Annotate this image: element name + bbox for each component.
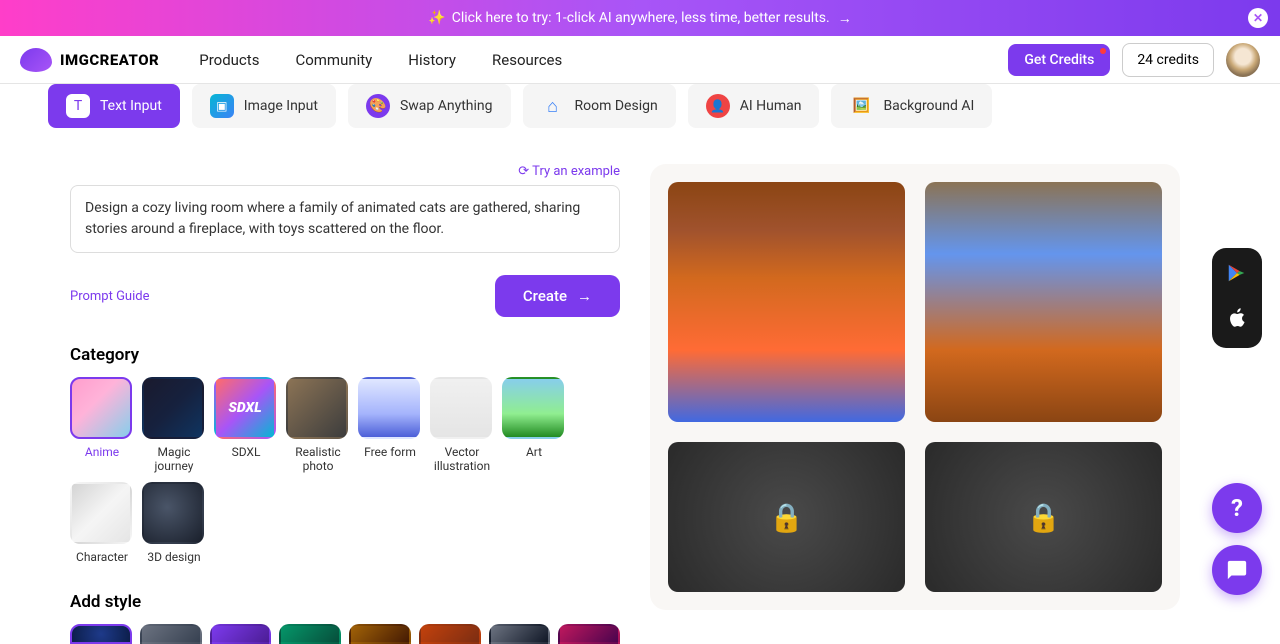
right-panel: 🔒 🔒	[640, 164, 1200, 644]
result-image-3-locked[interactable]: 🔒	[668, 442, 905, 592]
style-option-7[interactable]	[489, 624, 551, 644]
style-option-8[interactable]	[558, 624, 620, 644]
category-label: Art	[502, 445, 566, 459]
text-input-icon: T	[66, 94, 90, 118]
category-thumb: SDXL	[214, 377, 276, 439]
sparkle-icon: ✨	[428, 10, 445, 26]
credits-count-button[interactable]: 24 credits	[1122, 43, 1214, 77]
category-label: 3D design	[142, 550, 206, 564]
category-magic-journey[interactable]: Magic journey	[142, 377, 206, 474]
lock-icon: 🔒	[1026, 501, 1061, 534]
tab-label: Room Design	[575, 98, 658, 114]
avatar[interactable]	[1226, 43, 1260, 77]
style-grid	[70, 624, 620, 644]
app-store-panel	[1212, 248, 1262, 348]
logo-icon	[20, 48, 52, 72]
category-3d-design[interactable]: 3D design	[142, 482, 206, 564]
result-image-4-locked[interactable]: 🔒	[925, 442, 1162, 592]
style-option-2[interactable]	[140, 624, 202, 644]
category-thumb	[430, 377, 492, 439]
tab-label: Background AI	[883, 98, 974, 114]
category-thumb	[502, 377, 564, 439]
notification-dot-icon	[1100, 48, 1106, 54]
help-icon: ?	[1231, 494, 1243, 522]
promo-banner[interactable]: ✨ Click here to try: 1-click AI anywhere…	[0, 0, 1280, 36]
category-label: Character	[70, 550, 134, 564]
category-art[interactable]: Art	[502, 377, 566, 474]
human-icon: 👤	[706, 94, 730, 118]
nav: Products Community History Resources	[199, 51, 562, 69]
style-option-5[interactable]	[349, 624, 411, 644]
category-anime[interactable]: Anime	[70, 377, 134, 474]
category-thumb	[142, 482, 204, 544]
create-button[interactable]: Create →	[495, 275, 620, 317]
category-free-form[interactable]: Free form	[358, 377, 422, 474]
result-image-2[interactable]	[925, 182, 1162, 422]
style-option-4[interactable]	[279, 624, 341, 644]
chat-icon	[1226, 559, 1248, 581]
mode-tabs: T Text Input ▣ Image Input 🎨 Swap Anythi…	[48, 84, 1280, 128]
category-title: Category	[70, 345, 620, 365]
nav-resources[interactable]: Resources	[492, 51, 562, 69]
get-credits-label: Get Credits	[1024, 52, 1094, 68]
category-label: SDXL	[214, 445, 278, 459]
category-label: Anime	[70, 445, 134, 459]
category-label: Vector illustration	[430, 445, 494, 474]
style-option-1[interactable]	[70, 624, 132, 644]
tab-label: Text Input	[100, 98, 162, 114]
tab-background-ai[interactable]: 🖼️ Background AI	[831, 84, 992, 128]
header: IMGCREATOR Products Community History Re…	[0, 36, 1280, 84]
prompt-guide-link[interactable]: Prompt Guide	[70, 289, 149, 304]
tab-ai-human[interactable]: 👤 AI Human	[688, 84, 820, 128]
category-thumb	[70, 377, 132, 439]
style-option-3[interactable]	[210, 624, 272, 644]
category-grid: Anime Magic journey SDXL SDXL Realistic …	[70, 377, 620, 564]
chat-button[interactable]	[1212, 545, 1262, 595]
results-grid: 🔒 🔒	[650, 164, 1180, 610]
get-credits-button[interactable]: Get Credits	[1008, 44, 1110, 76]
tab-label: Swap Anything	[400, 98, 493, 114]
close-icon[interactable]: ✕	[1248, 8, 1268, 28]
arrow-right-icon: →	[838, 10, 852, 27]
logo-text: IMGCREATOR	[60, 51, 159, 69]
room-icon: ⌂	[541, 94, 565, 118]
category-label: Magic journey	[142, 445, 206, 474]
tab-text-input[interactable]: T Text Input	[48, 84, 180, 128]
lock-icon: 🔒	[769, 501, 804, 534]
category-sdxl[interactable]: SDXL SDXL	[214, 377, 278, 474]
tab-image-input[interactable]: ▣ Image Input	[192, 84, 336, 128]
nav-history[interactable]: History	[408, 51, 456, 69]
tab-room-design[interactable]: ⌂ Room Design	[523, 84, 676, 128]
create-label: Create	[523, 287, 567, 305]
category-vector-illustration[interactable]: Vector illustration	[430, 377, 494, 474]
category-character[interactable]: Character	[70, 482, 134, 564]
left-panel: Try an example Prompt Guide Create → Cat…	[0, 164, 640, 644]
category-thumb	[70, 482, 132, 544]
arrow-right-icon: →	[577, 287, 592, 305]
category-thumb	[358, 377, 420, 439]
help-button[interactable]: ?	[1212, 483, 1262, 533]
try-example-link[interactable]: Try an example	[70, 164, 620, 179]
category-thumb	[142, 377, 204, 439]
category-label: Free form	[358, 445, 422, 459]
category-label: Realistic photo	[286, 445, 350, 474]
image-input-icon: ▣	[210, 94, 234, 118]
banner-text: Click here to try: 1-click AI anywhere, …	[452, 10, 830, 26]
google-play-icon[interactable]	[1226, 262, 1248, 289]
background-icon: 🖼️	[849, 94, 873, 118]
logo[interactable]: IMGCREATOR	[20, 48, 159, 72]
swap-icon: 🎨	[366, 94, 390, 118]
prompt-input[interactable]	[70, 185, 620, 253]
result-image-1[interactable]	[668, 182, 905, 422]
tab-label: AI Human	[740, 98, 802, 114]
style-title: Add style	[70, 592, 620, 612]
apple-icon[interactable]	[1226, 307, 1248, 334]
nav-community[interactable]: Community	[295, 51, 372, 69]
style-option-6[interactable]	[419, 624, 481, 644]
tab-swap-anything[interactable]: 🎨 Swap Anything	[348, 84, 511, 128]
nav-products[interactable]: Products	[199, 51, 259, 69]
category-thumb	[286, 377, 348, 439]
category-realistic-photo[interactable]: Realistic photo	[286, 377, 350, 474]
tab-label: Image Input	[244, 98, 318, 114]
